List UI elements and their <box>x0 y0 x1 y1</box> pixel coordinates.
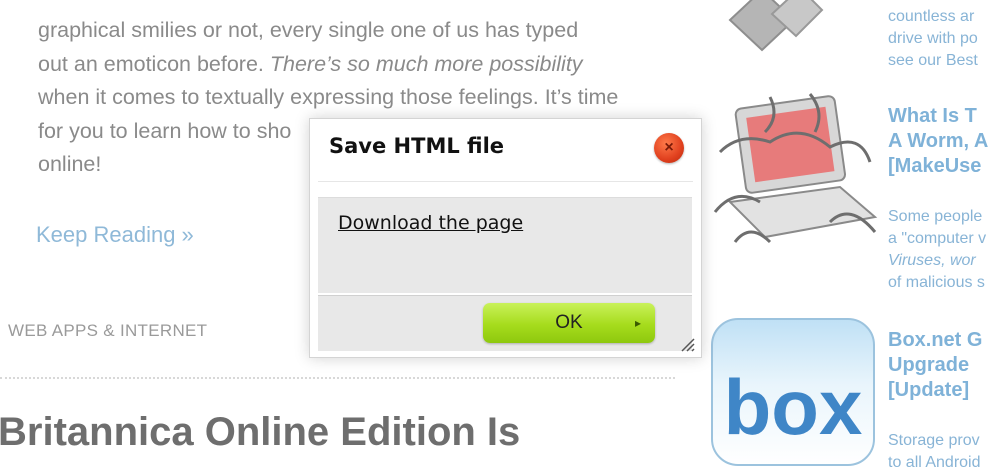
category-label[interactable]: WEB APPS & INTERNET <box>8 321 207 341</box>
sidebar-thumb-laptop[interactable] <box>710 92 880 252</box>
box-app-icon: box <box>711 318 875 466</box>
arrow-right-icon: ▸ <box>634 316 641 330</box>
ok-button-label: OK <box>555 312 583 333</box>
dialog-footer: OK ▸ <box>318 295 692 351</box>
sidebar-thumb-drive[interactable] <box>710 0 830 62</box>
intro-line: out an emoticon before. There’s so much … <box>38 51 583 76</box>
intro-line: when it comes to textually expressing th… <box>38 85 619 109</box>
sidebar-item3-desc[interactable]: Storage prov to all Android <box>888 430 981 474</box>
diamond-icon <box>728 0 824 52</box>
infected-laptop-icon <box>713 93 878 244</box>
title-divider <box>318 181 693 182</box>
svg-text:box: box <box>724 363 863 451</box>
dialog-body: Download the page <box>318 197 692 293</box>
divider <box>0 377 675 379</box>
dialog-title: Save HTML file <box>329 134 505 158</box>
close-button[interactable]: × <box>654 133 684 163</box>
sidebar-thumb-box[interactable]: box <box>709 316 877 466</box>
download-page-link[interactable]: Download the page <box>338 212 523 234</box>
article-headline[interactable]: Britannica Online Edition Is <box>0 410 520 455</box>
intro-line: graphical smilies or not, every single o… <box>38 18 579 42</box>
resize-grip-icon[interactable] <box>679 336 695 352</box>
ok-button[interactable]: OK ▸ <box>483 303 655 343</box>
sidebar-item2-title[interactable]: What Is T A Worm, A [MakeUse <box>888 104 988 179</box>
sidebar-item1-desc[interactable]: countless ar drive with po see our Best <box>888 6 978 72</box>
sidebar-item3-title[interactable]: Box.net G Upgrade [Update] <box>888 328 982 403</box>
save-html-dialog: Save HTML file × Download the page OK ▸ <box>309 118 702 358</box>
keep-reading-link[interactable]: Keep Reading » <box>36 222 194 248</box>
close-icon: × <box>664 139 674 156</box>
sidebar-item2-desc[interactable]: Some people a "computer v Viruses, wor o… <box>888 206 986 294</box>
sidebar: countless ar drive with po see our Best … <box>700 0 1000 473</box>
